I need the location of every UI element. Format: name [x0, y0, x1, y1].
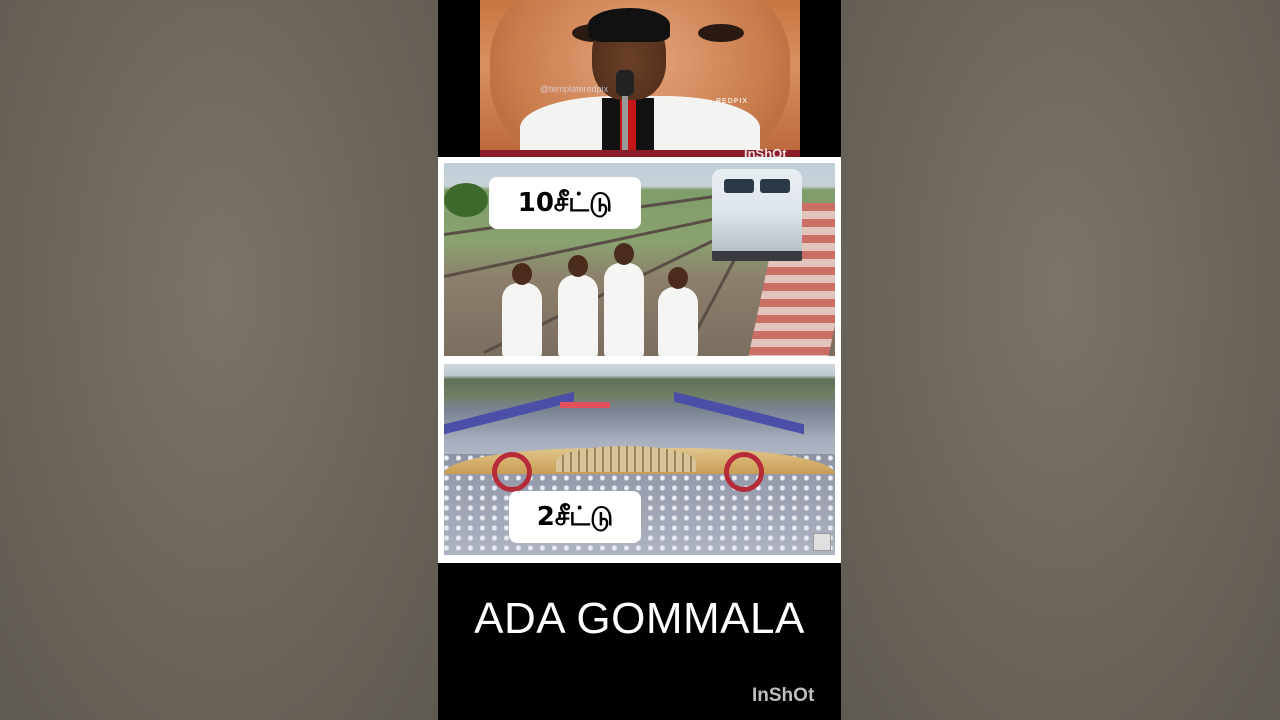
lower-seat-label: 2சீட்டு [509, 491, 641, 543]
parliament-stage-facade [556, 446, 696, 472]
person [658, 267, 698, 356]
rally-photo-panel: 2சீட்டு [444, 364, 835, 555]
microphone-icon [616, 70, 634, 96]
speaker-photo: @templateredpix REDPIX InShOt [480, 0, 800, 160]
blurred-background-right [841, 0, 1280, 720]
redpix-watermark: REDPIX [716, 98, 749, 105]
person [604, 243, 644, 356]
tree [444, 183, 488, 217]
comparison-panels: 10சீட்டு 2சீட்டு [438, 157, 841, 563]
source-watermark: @templateredpix [540, 84, 609, 94]
train-engine [712, 169, 802, 261]
blurred-background-left [0, 0, 438, 720]
inshot-watermark: InShOt [752, 685, 815, 706]
video-frame: @templateredpix REDPIX InShOt 10சீட்டு 2… [438, 0, 841, 720]
upper-seat-label: 10சீட்டு [489, 177, 641, 229]
meme-caption: ADA GOMMALA [474, 594, 805, 643]
train-photo-panel: 10சீட்டு [444, 163, 835, 356]
channel-logo-icon [813, 533, 831, 551]
stage-screen [560, 402, 610, 408]
person [558, 255, 598, 356]
person [502, 263, 542, 356]
